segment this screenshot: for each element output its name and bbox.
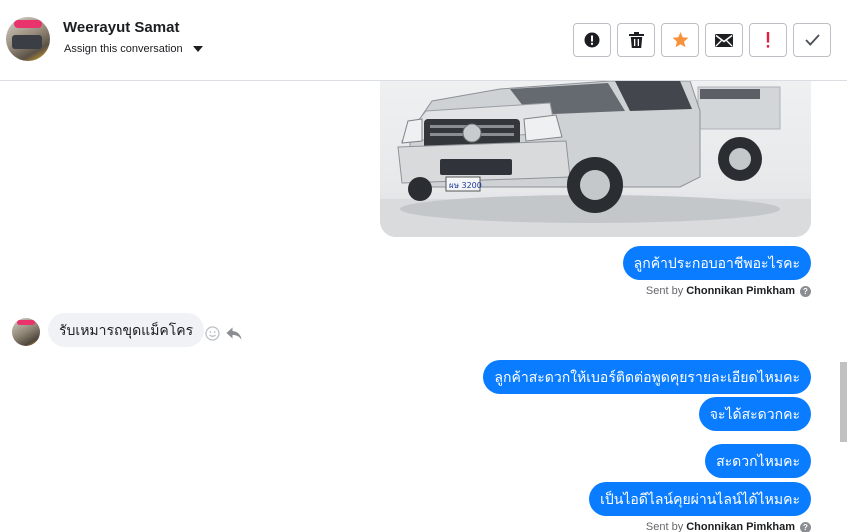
message-tools <box>205 326 242 341</box>
avatar-car-shape <box>12 35 42 49</box>
sent-by-prefix: Sent by <box>645 285 684 297</box>
message-thread[interactable]: ผษ 3200 ลูกค้าประกอบอาชีพอะไรคะ Sent by … <box>0 81 847 532</box>
avatar-badge <box>14 20 42 28</box>
done-button[interactable] <box>793 23 831 57</box>
help-icon[interactable]: ? <box>800 285 811 297</box>
image-attachment[interactable]: ผษ 3200 <box>380 81 811 237</box>
outgoing-message[interactable]: เป็นไอดีไลน์คุยผ่านไลน์ได้ไหมคะ <box>589 482 811 516</box>
pickup-truck-image: ผษ 3200 <box>380 81 811 237</box>
avatar-badge <box>17 320 35 325</box>
contact-name[interactable]: Weerayut Samat <box>63 19 179 36</box>
agent-name: Chonnikan Pimkham <box>686 285 795 297</box>
star-button[interactable] <box>661 23 699 57</box>
assign-label: Assign this conversation <box>64 43 183 55</box>
outgoing-message[interactable]: ลูกค้าสะดวกให้เบอร์ติดต่อพูดคุยรายละเอีย… <box>483 360 811 394</box>
reply-icon[interactable] <box>226 327 242 341</box>
sent-by-label: Sent by Chonnikan Pimkham ? <box>646 521 811 532</box>
help-icon[interactable]: ? <box>800 521 811 532</box>
conversation-actions <box>573 23 831 57</box>
trash-icon <box>628 32 644 48</box>
sent-by-prefix: Sent by <box>645 521 684 532</box>
outgoing-message[interactable]: สะดวกไหมคะ <box>705 444 811 478</box>
conversation-header: Weerayut Samat Assign this conversation <box>0 0 847 81</box>
scrollbar-thumb[interactable] <box>840 362 847 442</box>
spam-button[interactable] <box>573 23 611 57</box>
assign-conversation-dropdown[interactable]: Assign this conversation <box>64 43 203 55</box>
outgoing-message[interactable]: ลูกค้าประกอบอาชีพอะไรคะ <box>622 246 811 280</box>
follow-up-button[interactable] <box>749 23 787 57</box>
checkmark-icon <box>804 34 820 46</box>
exclamation-icon <box>766 32 770 48</box>
caret-down-icon <box>192 46 203 52</box>
sent-by-label: Sent by Chonnikan Pimkham ? <box>646 285 811 297</box>
mark-unread-button[interactable] <box>705 23 743 57</box>
envelope-icon <box>715 33 733 47</box>
star-icon <box>672 32 688 48</box>
contact-avatar[interactable] <box>6 17 50 61</box>
smiley-react-icon[interactable] <box>205 326 220 341</box>
incoming-message[interactable]: รับเหมารถขุดแม็คโคร <box>48 313 205 347</box>
sender-avatar[interactable] <box>12 318 40 346</box>
outgoing-message[interactable]: จะได้สะดวกคะ <box>698 397 811 431</box>
license-plate: ผษ 3200 <box>449 181 482 190</box>
exclamation-circle-icon <box>584 32 600 48</box>
delete-button[interactable] <box>617 23 655 57</box>
agent-name: Chonnikan Pimkham <box>686 521 795 532</box>
